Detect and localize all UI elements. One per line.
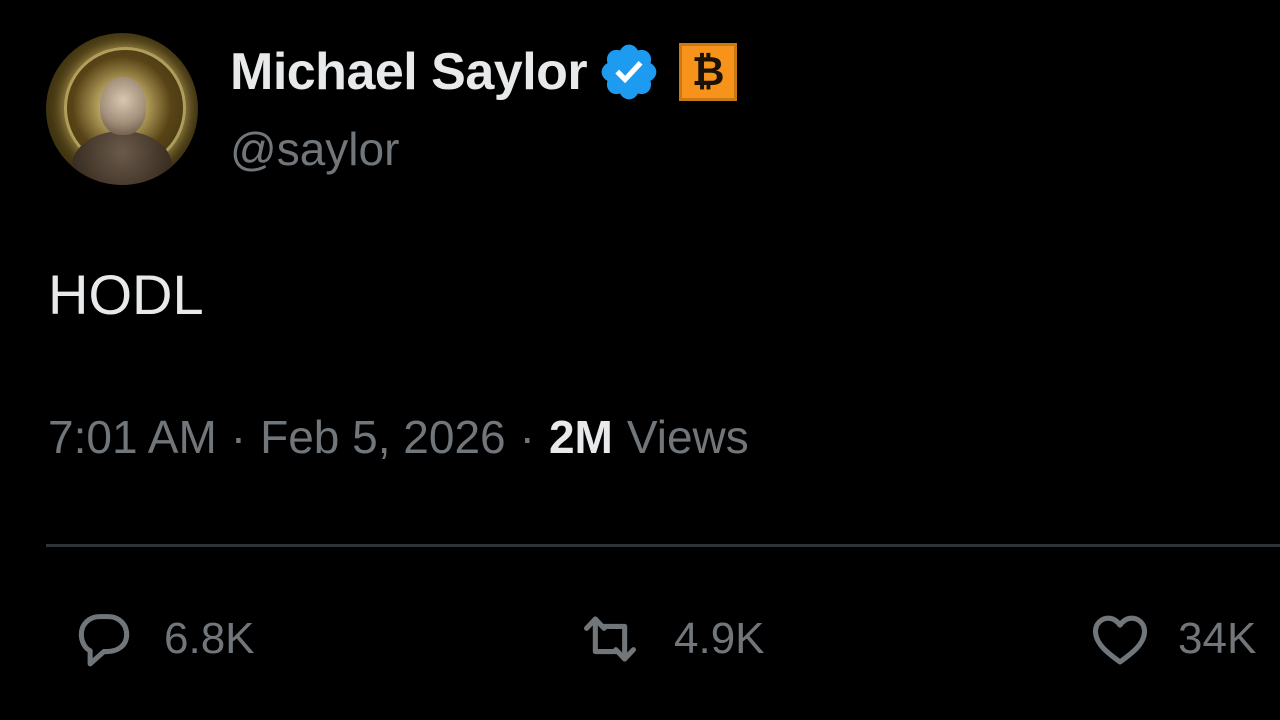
meta-separator: · <box>230 411 247 463</box>
retweet-count: 4.9K <box>674 614 765 663</box>
tweet-card: Michael Saylor ₿ @saylor HODL 7:01 AM · … <box>0 0 1280 720</box>
tweet-date[interactable]: Feb 5, 2026 <box>260 410 506 464</box>
retweet-button[interactable]: 4.9K <box>568 604 765 674</box>
heart-icon <box>1082 607 1158 671</box>
divider <box>46 544 1280 547</box>
tweet-time[interactable]: 7:01 AM <box>48 410 217 464</box>
reply-count: 6.8K <box>164 614 255 663</box>
author-display-name[interactable]: Michael Saylor <box>230 42 588 102</box>
views-label[interactable]: Views <box>627 410 749 464</box>
like-button[interactable]: 34K <box>1082 604 1256 674</box>
bitcoin-glyph: ₿ <box>691 49 725 95</box>
tweet-text: HODL <box>48 263 204 326</box>
bitcoin-icon[interactable]: ₿ <box>679 43 738 101</box>
meta-separator: · <box>519 411 535 463</box>
reply-button[interactable]: 6.8K <box>66 604 255 674</box>
tweet-metadata: 7:01 AM · Feb 5, 2026 · 2M Views <box>48 410 749 464</box>
author-handle[interactable]: @saylor <box>230 122 399 176</box>
author-name-row: Michael Saylor ₿ <box>230 40 738 104</box>
like-count: 34K <box>1178 614 1257 663</box>
avatar-figure-head <box>100 77 146 135</box>
reply-icon <box>66 607 142 671</box>
verified-badge-icon[interactable] <box>597 40 661 104</box>
views-count[interactable]: 2M <box>549 410 613 464</box>
avatar[interactable] <box>46 33 198 185</box>
retweet-icon <box>568 607 652 671</box>
